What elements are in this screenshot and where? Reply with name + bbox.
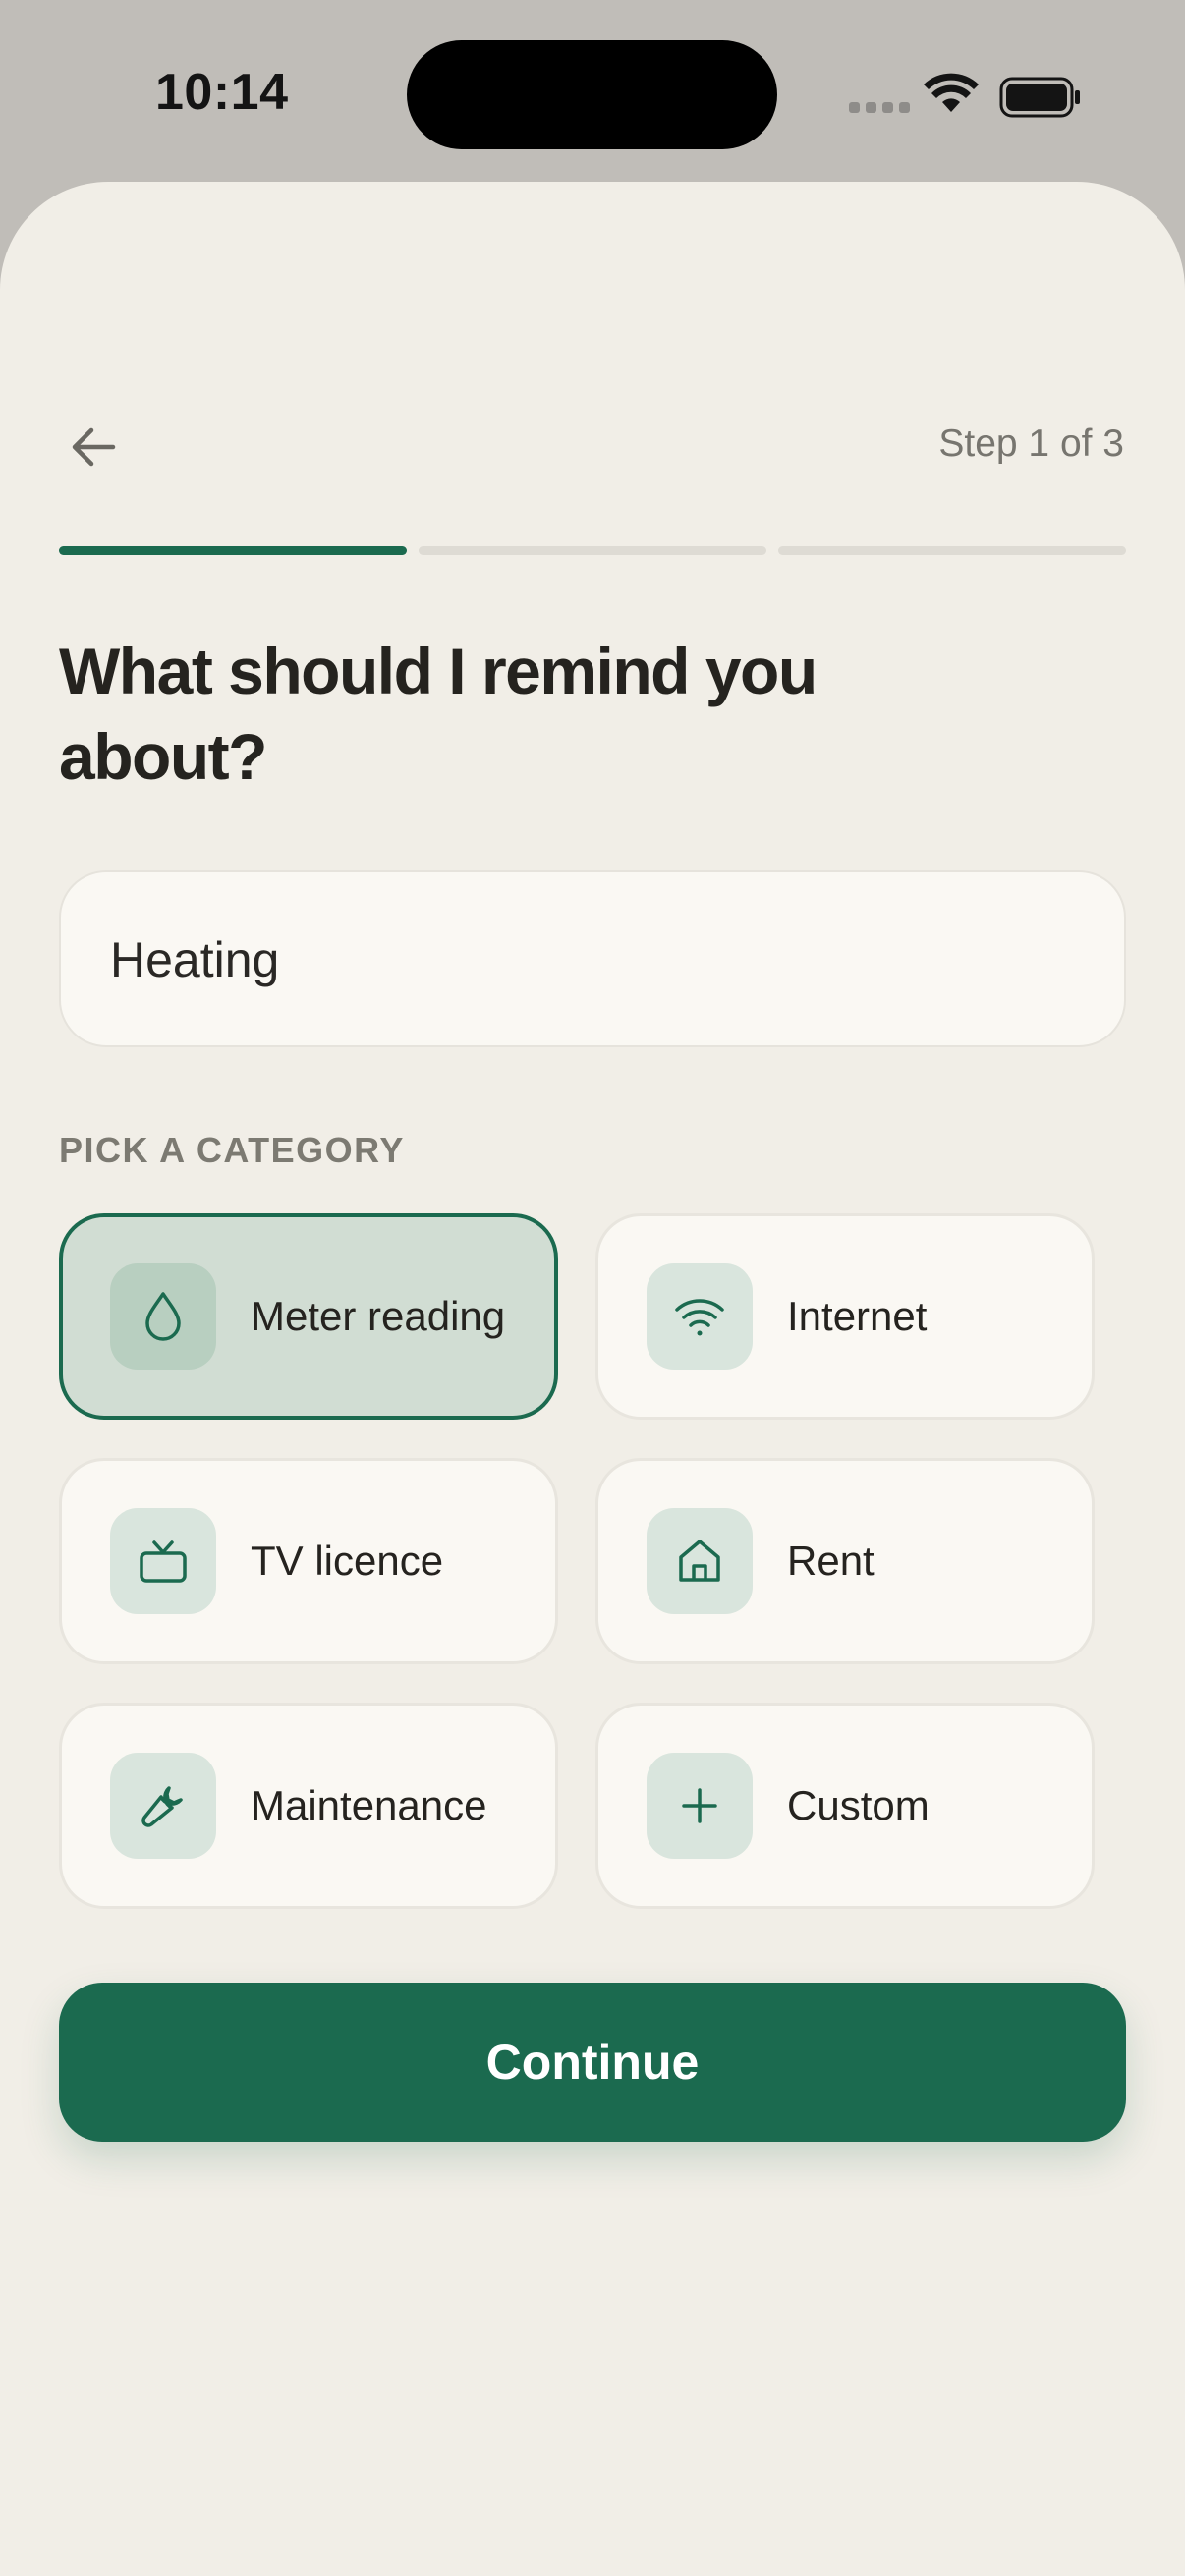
- battery-icon: [999, 77, 1080, 118]
- progress-segment-3: [778, 546, 1126, 555]
- category-maintenance[interactable]: Maintenance: [59, 1703, 558, 1909]
- page-title: What should I remind you about?: [59, 635, 818, 793]
- category-internet[interactable]: Internet: [595, 1213, 1095, 1420]
- status-bar: 10:14: [0, 0, 1185, 183]
- arrow-left-icon: [72, 427, 116, 467]
- home-icon: [679, 1540, 720, 1582]
- category-section-label: PICK A CATEGORY: [59, 1130, 405, 1170]
- plus-icon: [682, 1788, 717, 1823]
- category-label: Internet: [787, 1293, 928, 1339]
- category-meter-reading[interactable]: Meter reading: [59, 1213, 558, 1420]
- category-label: Maintenance: [251, 1782, 487, 1828]
- tv-icon: [140, 1540, 187, 1583]
- category-label: Custom: [787, 1782, 930, 1828]
- wifi-icon: [675, 1299, 724, 1336]
- category-label: Rent: [787, 1538, 875, 1584]
- continue-button[interactable]: Continue: [59, 1983, 1126, 2142]
- wrench-icon: [141, 1786, 183, 1827]
- category-label: Meter reading: [251, 1293, 506, 1339]
- reminder-input-field[interactable]: [59, 870, 1126, 1047]
- back-button[interactable]: [59, 413, 128, 481]
- dynamic-island: [407, 40, 777, 149]
- category-custom[interactable]: Custom: [595, 1703, 1095, 1909]
- wifi-status-icon: [924, 73, 979, 112]
- progress-segment-2: [419, 546, 766, 555]
- cellular-signal-icon: [849, 102, 910, 113]
- category-rent[interactable]: Rent: [595, 1458, 1095, 1664]
- step-indicator: Step 1 of 3: [938, 422, 1124, 465]
- progress-bar: [59, 546, 1126, 555]
- category-label: TV licence: [251, 1538, 444, 1584]
- droplet-icon: [145, 1292, 181, 1341]
- category-tv-licence[interactable]: TV licence: [59, 1458, 558, 1664]
- reminder-input[interactable]: [108, 872, 1075, 1047]
- status-time: 10:14: [155, 64, 289, 121]
- progress-segment-1: [59, 546, 407, 555]
